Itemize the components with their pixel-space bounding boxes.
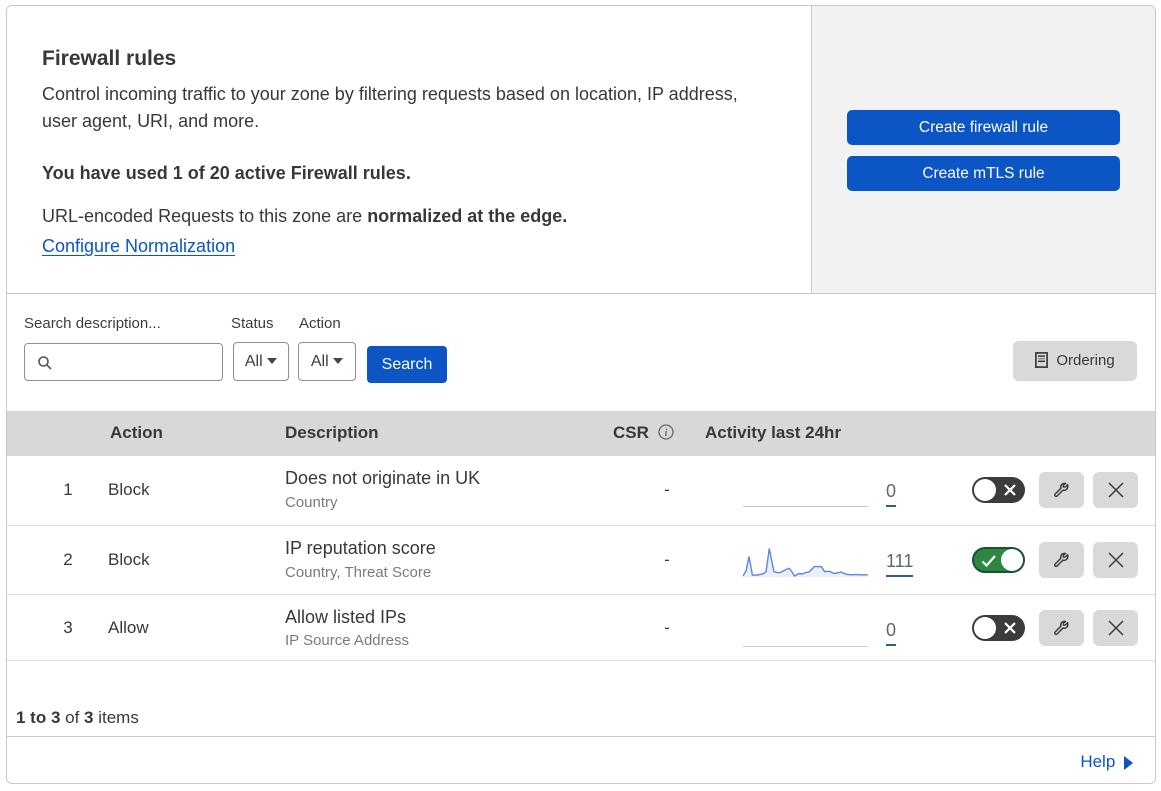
svg-text:i: i bbox=[664, 428, 667, 439]
